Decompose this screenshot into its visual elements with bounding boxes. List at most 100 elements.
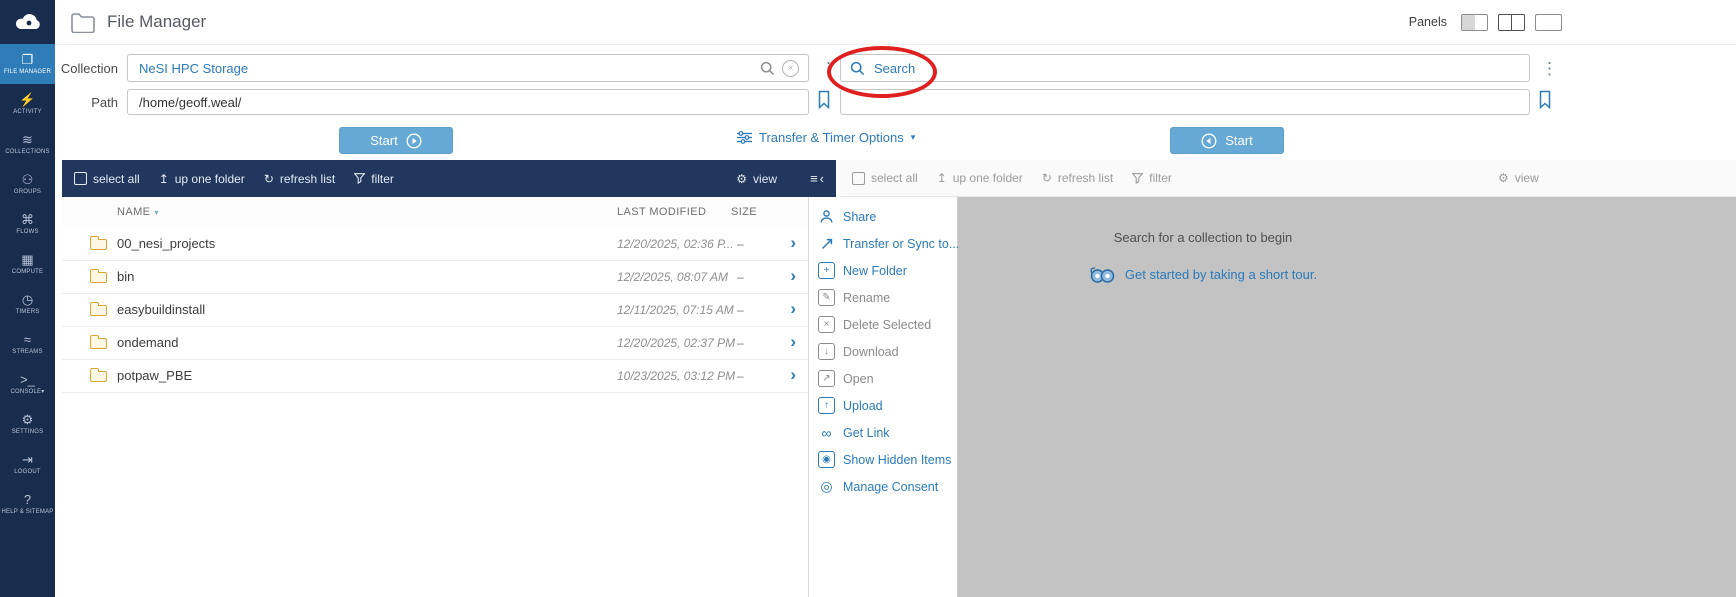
checkbox-icon[interactable] (74, 172, 87, 185)
file-row[interactable]: bin 12/2/2025, 08:07 AM – › (62, 261, 808, 294)
select-all-label: select all (871, 171, 918, 185)
chevron-down-icon: ▾ (910, 132, 916, 142)
up-one-folder-icon: ↥ (158, 171, 169, 186)
panel-layout-split-button[interactable] (1498, 13, 1525, 31)
sidebar-item-file-manager[interactable]: ❐ FILE MANAGER (0, 44, 55, 84)
sidebar-item-timers[interactable]: ◷ TIMERS (0, 284, 55, 324)
action-transfer-or-sync[interactable]: Transfer or Sync to... (809, 230, 959, 257)
collapse-panel-button[interactable]: ≡ ‹ (810, 171, 824, 186)
sidebar-item-flows[interactable]: ⌘ FLOWS (0, 204, 55, 244)
start-transfer-right-button[interactable]: Start (1170, 127, 1284, 154)
sidebar-item-groups[interactable]: ⚇ GROUPS (0, 164, 55, 204)
bookmark-icon[interactable] (817, 90, 831, 114)
file-row[interactable]: potpaw_PBE 10/23/2025, 03:12 PM – › (62, 360, 808, 393)
action-manage-consent[interactable]: ◎ Manage Consent (809, 473, 957, 500)
row-chevron-icon[interactable]: › (790, 299, 796, 319)
sliders-icon (737, 131, 752, 144)
share-icon (818, 208, 835, 225)
collection-input[interactable] (137, 59, 753, 77)
row-chevron-icon[interactable]: › (790, 233, 796, 253)
sidebar-item-settings[interactable]: ⚙ SETTINGS (0, 404, 55, 444)
file-name[interactable]: potpaw_PBE (117, 368, 192, 383)
right-filter-button[interactable]: filter (1132, 171, 1172, 185)
show-hidden-icon: ◉ (818, 451, 835, 468)
start-transfer-left-button[interactable]: Start (339, 127, 453, 154)
up-one-folder-button[interactable]: ↥ up one folder (159, 172, 245, 186)
right-select-all-checkbox[interactable]: select all (852, 171, 918, 185)
action-download[interactable]: ↓ Download (809, 338, 957, 365)
file-name[interactable]: 00_nesi_projects (117, 236, 215, 251)
file-list: 00_nesi_projects 12/20/2025, 02:36 P... … (62, 228, 808, 393)
globus-logo[interactable] (0, 0, 55, 44)
folder-icon (89, 235, 107, 250)
file-row[interactable]: easybuildinstall 12/11/2025, 07:15 AM – … (62, 294, 808, 327)
groups-icon: ⚇ (21, 171, 34, 187)
sidebar-item-compute[interactable]: ▦ COMPUTE (0, 244, 55, 284)
rename-icon: ✎ (818, 289, 835, 306)
file-size: – (737, 237, 744, 251)
sidebar-item-logout[interactable]: ⇥ LOGOUT (0, 444, 55, 484)
file-list-header: NAME ▾ LAST MODIFIED SIZE (62, 197, 808, 229)
file-manager-icon: ❐ (21, 51, 34, 67)
checkbox-icon[interactable] (852, 171, 865, 185)
row-chevron-icon[interactable]: › (790, 332, 796, 352)
view-button[interactable]: ⚙ view (736, 172, 777, 186)
action-label: Rename (843, 290, 891, 305)
file-size: – (737, 369, 744, 383)
action-share[interactable]: Share (809, 203, 957, 230)
transfer-timer-options[interactable]: Transfer & Timer Options ▾ (737, 130, 915, 145)
action-show-hidden-items[interactable]: ◉ Show Hidden Items (809, 446, 957, 473)
collection-clear-icon[interactable]: × (782, 59, 799, 77)
search-menu-dots-icon[interactable]: ⋮ (1541, 60, 1558, 77)
tour-link-label[interactable]: Get started by taking a short tour. (1125, 267, 1317, 282)
row-chevron-icon[interactable]: › (790, 266, 796, 286)
sidebar-item-streams[interactable]: ≈ STREAMS (0, 324, 55, 364)
refresh-list-button[interactable]: ↻ refresh list (264, 172, 335, 186)
row-chevron-icon[interactable]: › (790, 365, 796, 385)
path-input[interactable] (137, 93, 799, 111)
chevron-left-icon: ‹ (819, 171, 824, 186)
right-refresh-list-button[interactable]: ↻ refresh list (1042, 171, 1113, 185)
column-name[interactable]: NAME ▾ (117, 206, 159, 218)
sidebar-item-collections[interactable]: ≋ COLLECTIONS (0, 124, 55, 164)
sidebar-item-label: TIMERS (15, 308, 40, 315)
select-all-checkbox[interactable]: select all (74, 172, 140, 186)
panel-layout-single-button[interactable] (1461, 13, 1488, 31)
file-name[interactable]: ondemand (117, 335, 178, 350)
sidebar-item-activity[interactable]: ⚡ ACTIVITY (0, 84, 55, 124)
search-input[interactable] (872, 59, 1520, 77)
logout-icon: ⇥ (22, 451, 33, 467)
tour-link[interactable]: Get started by taking a short tour. (958, 265, 1448, 284)
sidebar-item-help-sitemap[interactable]: ? HELP & SITEMAP (0, 484, 55, 524)
file-row[interactable]: ondemand 12/20/2025, 02:37 PM – › (62, 327, 808, 360)
action-rename[interactable]: ✎ Rename (809, 284, 957, 311)
collection-search-icon[interactable] (760, 61, 775, 76)
column-last-modified[interactable]: LAST MODIFIED (617, 206, 706, 218)
action-delete-selected[interactable]: × Delete Selected (809, 311, 957, 338)
action-get-link[interactable]: ∞ Get Link (809, 419, 957, 446)
right-up-one-folder-button[interactable]: ↥ up one folder (937, 171, 1023, 185)
right-path-input[interactable] (850, 93, 1520, 111)
folder-icon (89, 367, 107, 382)
panel-layout-wide-button[interactable] (1535, 13, 1562, 31)
empty-state-message: Search for a collection to begin (1113, 230, 1293, 245)
console-icon: >_ (20, 371, 35, 387)
right-view-button[interactable]: ⚙ view (1498, 160, 1539, 196)
file-name[interactable]: easybuildinstall (117, 302, 205, 317)
filter-button[interactable]: filter (354, 172, 394, 186)
action-new-folder[interactable]: + New Folder (809, 257, 957, 284)
right-bookmark-icon[interactable] (1538, 90, 1552, 114)
action-open[interactable]: ↗ Open (809, 365, 957, 392)
panels-label: Panels (1408, 15, 1447, 29)
refresh-list-label: refresh list (1057, 171, 1114, 185)
file-row[interactable]: 00_nesi_projects 12/20/2025, 02:36 P... … (62, 228, 808, 261)
console-chevron-down-icon: ▾ (41, 388, 45, 395)
view-label: view (1514, 171, 1539, 185)
file-name[interactable]: bin (117, 269, 134, 284)
action-upload[interactable]: ↑ Upload (809, 392, 957, 419)
collection-menu-dots-icon[interactable]: ⋮ (820, 60, 837, 77)
file-size: – (737, 336, 744, 350)
column-size[interactable]: SIZE (731, 206, 757, 218)
sidebar-item-console[interactable]: >_ CONSOLE▾ (0, 364, 55, 404)
action-label: Open (843, 371, 874, 386)
